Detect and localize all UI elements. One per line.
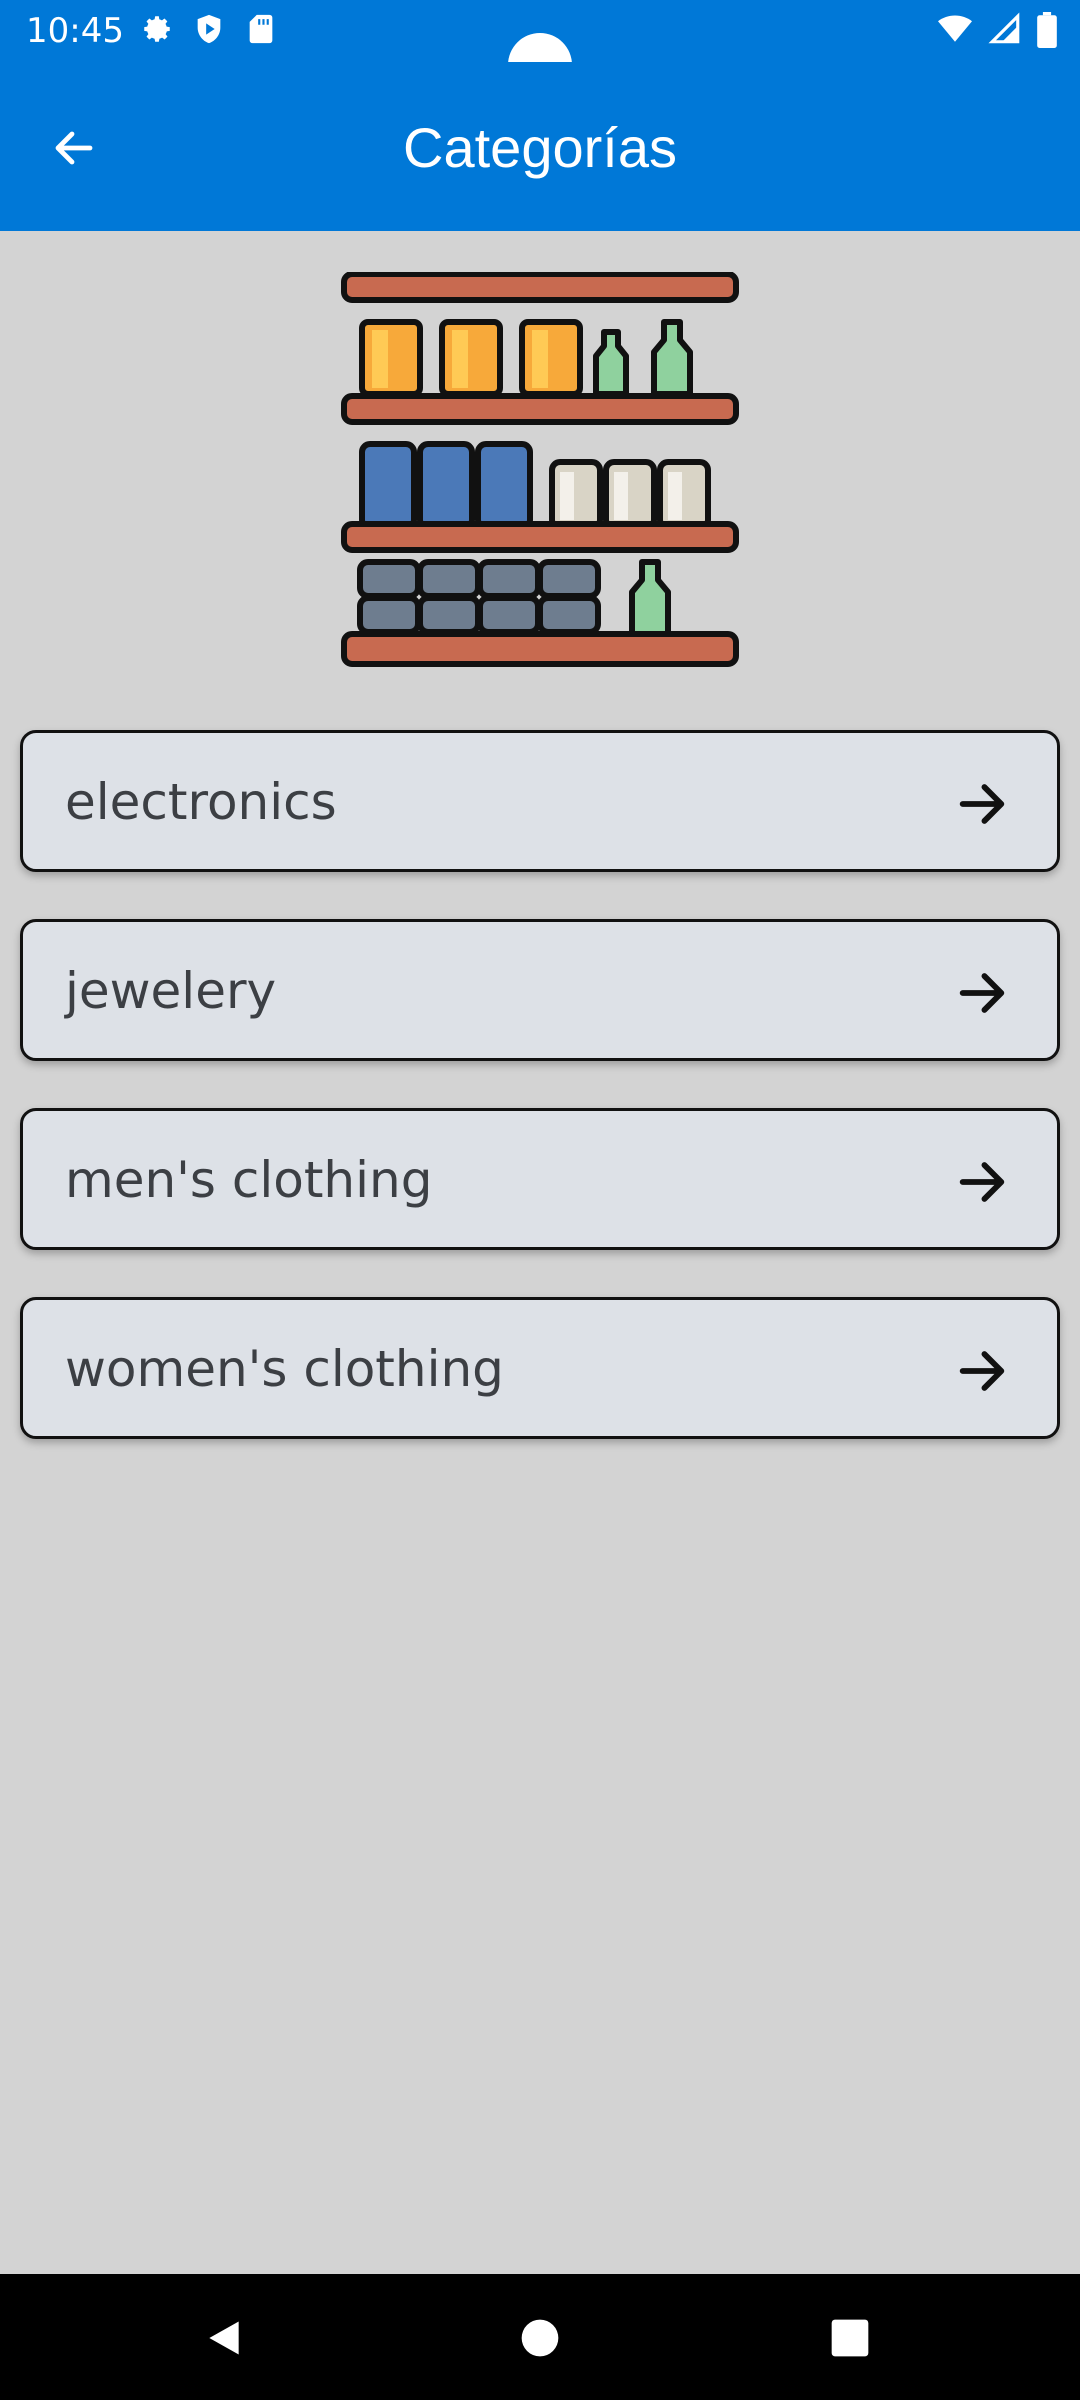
recents-square-icon: [831, 2319, 869, 2357]
arrow-right-icon: [959, 784, 1005, 824]
page-title: Categorías: [403, 116, 677, 179]
store-shelf-icon: [340, 271, 740, 672]
arrow-right-icon: [959, 1162, 1005, 1202]
sd-card-icon: [244, 12, 278, 52]
nav-recents-button[interactable]: [818, 2306, 882, 2370]
category-item-electronics[interactable]: electronics: [20, 730, 1060, 872]
arrow-right-icon: [959, 1351, 1005, 1391]
nav-home-button[interactable]: [508, 2306, 572, 2370]
gear-icon: [140, 12, 174, 52]
app-bar: Categorías: [0, 62, 1080, 231]
back-triangle-icon: [209, 2321, 239, 2355]
arrow-right-icon: [959, 973, 1005, 1013]
status-icons-right: [936, 12, 1058, 52]
category-label: men's clothing: [65, 1151, 433, 1209]
battery-icon: [1036, 12, 1058, 52]
status-icons-left: [140, 12, 278, 52]
category-item-mens-clothing[interactable]: men's clothing: [20, 1108, 1060, 1250]
category-list: electronics jewelery men's clothing wome…: [20, 730, 1060, 1486]
shield-play-icon: [192, 12, 226, 52]
nav-back-button[interactable]: [192, 2306, 256, 2370]
status-time: 10:45: [26, 11, 124, 51]
category-item-womens-clothing[interactable]: women's clothing: [20, 1297, 1060, 1439]
wifi-icon: [936, 12, 974, 52]
system-nav-bar: [0, 2274, 1080, 2400]
category-item-jewelery[interactable]: jewelery: [20, 919, 1060, 1061]
category-label: women's clothing: [65, 1340, 504, 1398]
home-circle-icon: [521, 2319, 559, 2357]
category-label: electronics: [65, 773, 337, 831]
signal-icon: [988, 12, 1022, 52]
status-bar: 10:45: [0, 0, 1080, 97]
category-label: jewelery: [65, 962, 277, 1020]
